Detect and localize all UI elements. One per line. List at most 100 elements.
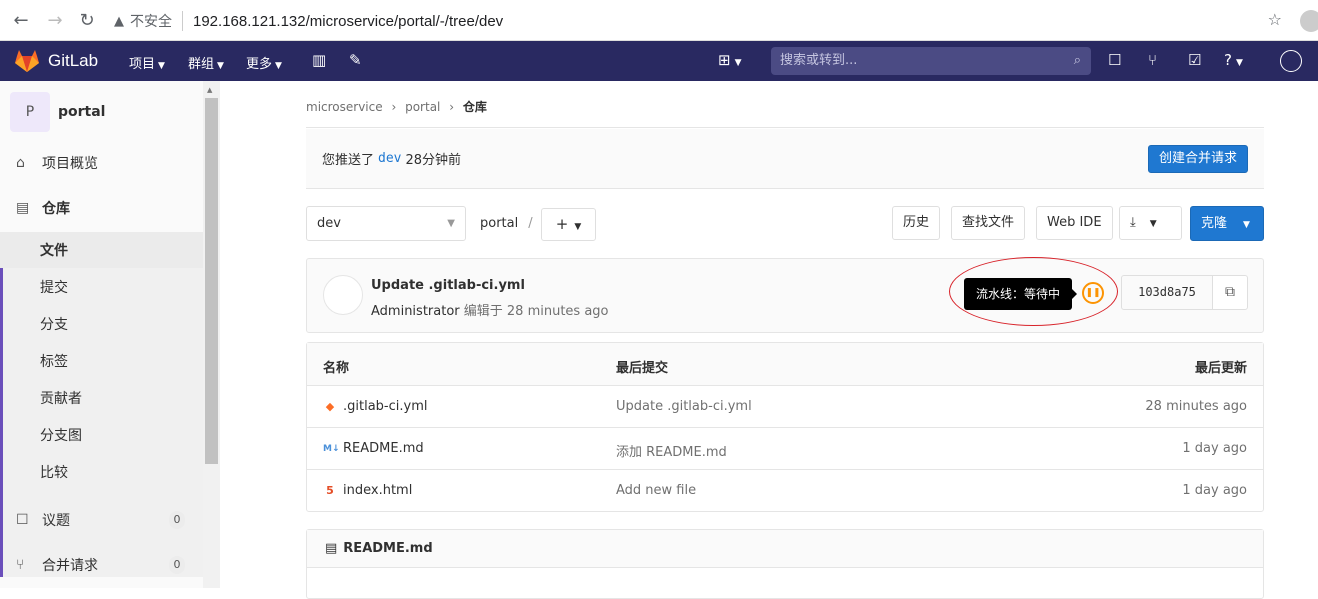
- chevron-down-icon: ▼: [158, 61, 165, 71]
- nav-projects-label: 项目: [129, 57, 156, 72]
- file-commit-message[interactable]: Add new file: [616, 483, 696, 498]
- html5-icon: 5: [326, 484, 334, 497]
- sidebar-subitem-commits[interactable]: 提交: [0, 269, 203, 305]
- file-updated: 1 day ago: [1182, 441, 1247, 456]
- user-avatar-icon[interactable]: [1280, 50, 1302, 72]
- merge-request-icon: ⑂: [16, 557, 25, 573]
- readme-title[interactable]: README.md: [343, 541, 432, 556]
- find-file-button[interactable]: 查找文件: [951, 206, 1026, 240]
- project-header[interactable]: P portal: [10, 92, 105, 132]
- table-row[interactable]: 5 index.html Add new file 1 day ago: [307, 470, 1263, 512]
- copy-sha-icon[interactable]: ⧉: [1212, 275, 1248, 310]
- table-row[interactable]: M↓ README.md 添加 README.md 1 day ago: [307, 428, 1263, 470]
- sidebar-subitem-contributors[interactable]: 贡献者: [0, 380, 203, 416]
- chevron-down-icon: ▼: [1149, 219, 1157, 229]
- commit-title[interactable]: Update .gitlab-ci.yml: [371, 278, 525, 293]
- file-commit-message[interactable]: Update .gitlab-ci.yml: [616, 399, 752, 414]
- top-navbar: GitLab 项目 ▼ 群组 ▼ 更多 ▼ ▥ ✎ ⊞ ▼ 搜索或转到... ⌕ ☐ ⑂…: [0, 41, 1318, 81]
- project-avatar: P: [10, 92, 50, 132]
- file-name[interactable]: .gitlab-ci.yml: [343, 399, 427, 414]
- sidebar-subitem-label: 文件: [40, 243, 68, 259]
- push-notice-prefix: 您推送了: [322, 153, 375, 168]
- sidebar-subitem-label: 提交: [40, 280, 68, 296]
- sidebar-item-repository[interactable]: ▤ 仓库: [0, 190, 203, 226]
- pipeline-pending-icon[interactable]: ❚❚: [1082, 282, 1104, 304]
- bookmark-star-icon[interactable]: ☆: [1268, 10, 1282, 29]
- pipeline-tooltip: 流水线：等待中: [964, 278, 1078, 310]
- repo-path-link[interactable]: portal: [480, 216, 518, 231]
- sidebar-item-label: 仓库: [42, 201, 70, 217]
- branch-selector[interactable]: dev ▼: [306, 206, 466, 241]
- sidebar-subitem-graph[interactable]: 分支图: [0, 417, 203, 453]
- breadcrumb-project[interactable]: portal: [405, 100, 440, 114]
- sidebar-item-label: 议题: [42, 513, 70, 529]
- search-placeholder: 搜索或转到...: [780, 53, 858, 68]
- branch-selector-value: dev: [317, 216, 341, 231]
- gitlab-icon: ◆: [325, 400, 335, 413]
- push-branch-link[interactable]: dev: [378, 151, 401, 166]
- create-merge-request-button[interactable]: 创建合并请求: [1147, 145, 1248, 173]
- admin-wrench-icon[interactable]: ✎: [349, 51, 362, 69]
- project-name: portal: [58, 104, 106, 120]
- reload-icon[interactable]: ↻: [74, 8, 100, 34]
- gitlab-logo[interactable]: GitLab: [14, 49, 98, 73]
- chevron-down-icon: ▼: [275, 61, 282, 71]
- mr-count-badge: 0: [169, 556, 185, 574]
- activity-chart-icon[interactable]: ▥: [312, 51, 326, 69]
- commit-sha[interactable]: 103d8a75: [1121, 275, 1213, 310]
- push-notice: 您推送了 dev 28分钟前 创建合并请求: [306, 129, 1264, 189]
- table-row[interactable]: ◆ .gitlab-ci.yml Update .gitlab-ci.yml 28…: [307, 386, 1263, 428]
- add-to-tree-button[interactable]: + ▼: [541, 208, 596, 241]
- chevron-down-icon: ▼: [1243, 220, 1250, 230]
- sidebar-subitem-label: 比较: [40, 465, 68, 481]
- sidebar-subitem-label: 贡献者: [40, 391, 82, 407]
- help-icon[interactable]: ? ▼: [1224, 51, 1243, 69]
- chevron-down-icon: ▼: [217, 61, 224, 71]
- sidebar-item-merge-requests[interactable]: ⑂ 合并请求 0: [0, 547, 203, 583]
- file-commit-message[interactable]: 添加 README.md: [616, 441, 727, 460]
- nav-more[interactable]: 更多 ▼: [246, 53, 282, 72]
- scroll-up-arrow-icon[interactable]: ▲: [207, 86, 212, 94]
- forward-icon[interactable]: →: [42, 8, 68, 34]
- repo-path: portal /: [480, 216, 533, 231]
- file-name[interactable]: index.html: [343, 483, 412, 498]
- sidebar-item-issues[interactable]: ☐ 议题 0: [0, 502, 203, 538]
- breadcrumb-group[interactable]: microservice: [306, 100, 383, 114]
- sidebar-item-overview[interactable]: ⌂ 项目概览: [0, 145, 203, 181]
- sidebar-scrollbar-thumb[interactable]: [205, 98, 218, 464]
- file-name[interactable]: README.md: [343, 441, 424, 456]
- search-input[interactable]: 搜索或转到... ⌕: [771, 47, 1091, 75]
- sidebar-subitem-files[interactable]: 文件: [0, 232, 203, 268]
- commit-meta: Administrator 编辑于 28 minutes ago: [371, 300, 609, 319]
- sidebar-subitem-compare[interactable]: 比较: [0, 454, 203, 490]
- web-ide-button[interactable]: Web IDE: [1036, 206, 1113, 240]
- sidebar-subitem-label: 分支图: [40, 428, 82, 444]
- merge-requests-icon[interactable]: ⑂: [1148, 51, 1157, 69]
- header-name: 名称: [323, 361, 350, 376]
- todos-icon[interactable]: ☑: [1188, 51, 1201, 69]
- commit-author[interactable]: Administrator: [371, 304, 460, 319]
- back-icon[interactable]: ←: [8, 8, 34, 34]
- header-last-update: 最后更新: [1194, 361, 1247, 376]
- search-icon: ⌕: [1073, 53, 1081, 68]
- nav-groups[interactable]: 群组 ▼: [188, 53, 224, 72]
- history-button[interactable]: 历史: [892, 206, 941, 240]
- browser-profile-icon[interactable]: [1300, 10, 1318, 32]
- address-bar[interactable]: ▲ 不安全 192.168.121.132/microservice/porta…: [108, 8, 1290, 34]
- breadcrumb-separator-icon: ›: [449, 100, 455, 114]
- sidebar-subitem-branches[interactable]: 分支: [0, 306, 203, 342]
- sidebar-subitem-label: 分支: [40, 317, 68, 333]
- new-plus-icon[interactable]: ⊞ ▼: [718, 51, 742, 69]
- breadcrumb: microservice › portal › 仓库: [306, 98, 1264, 128]
- insecure-label: 不安全: [130, 11, 183, 31]
- download-button[interactable]: ⤓ ▼: [1119, 206, 1182, 240]
- url-text: 192.168.121.132/microservice/portal/-/tr…: [193, 12, 504, 30]
- commit-author-avatar[interactable]: [323, 275, 363, 315]
- header-last-commit: 最后提交: [616, 361, 669, 376]
- nav-projects[interactable]: 项目 ▼: [129, 53, 165, 72]
- readme-header: ▤ README.md: [307, 530, 1263, 568]
- sidebar-subitem-tags[interactable]: 标签: [0, 343, 203, 379]
- issues-icon[interactable]: ☐: [1108, 51, 1121, 69]
- brand-name: GitLab: [48, 51, 99, 70]
- clone-button[interactable]: 克隆 ▼: [1190, 206, 1264, 241]
